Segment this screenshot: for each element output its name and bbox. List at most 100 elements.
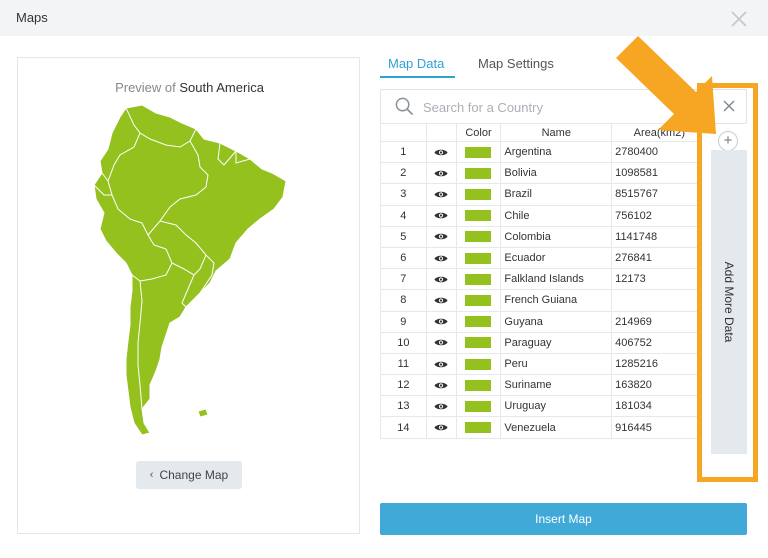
row-area[interactable]: 163820	[611, 374, 700, 397]
row-color-cell[interactable]	[455, 310, 502, 333]
tab-map-data[interactable]: Map Data	[380, 54, 455, 78]
row-area[interactable]: 12173	[611, 268, 700, 291]
continent-shape	[93, 104, 287, 436]
row-name[interactable]: Chile	[500, 204, 613, 227]
color-swatch[interactable]	[465, 167, 492, 179]
color-swatch[interactable]	[465, 422, 492, 434]
row-area[interactable]: 756102	[611, 204, 700, 227]
row-visibility-toggle[interactable]	[425, 331, 457, 354]
eye-icon	[434, 149, 448, 155]
row-visibility-toggle[interactable]	[425, 395, 457, 418]
table-row: 5 Colombia 1141748	[380, 225, 700, 248]
row-color-cell[interactable]	[455, 162, 502, 185]
color-swatch[interactable]	[465, 316, 492, 328]
row-name[interactable]: Ecuador	[500, 246, 613, 270]
table-row: 1 Argentina 2780400	[380, 140, 700, 164]
row-name[interactable]: Brazil	[500, 183, 613, 206]
row-visibility-toggle[interactable]	[425, 246, 457, 270]
row-area[interactable]: 181034	[611, 395, 700, 418]
color-swatch[interactable]	[465, 210, 492, 222]
table-row: 14 Venezuela 916445	[380, 416, 700, 439]
row-color-cell[interactable]	[455, 416, 502, 439]
south-america-map	[93, 104, 287, 436]
color-swatch[interactable]	[465, 358, 492, 370]
clear-search-icon[interactable]	[723, 100, 735, 112]
row-visibility-toggle[interactable]	[425, 162, 457, 185]
change-map-label: Change Map	[159, 468, 229, 482]
row-name[interactable]: Bolivia	[500, 162, 613, 185]
row-area[interactable]: 276841	[611, 246, 700, 270]
row-visibility-toggle[interactable]	[425, 352, 457, 376]
row-index: 12	[380, 374, 427, 397]
eye-icon	[434, 403, 448, 410]
search-input[interactable]	[423, 98, 703, 116]
row-visibility-toggle[interactable]	[425, 183, 457, 206]
row-name[interactable]: Argentina	[500, 140, 613, 164]
row-name[interactable]: Guyana	[500, 310, 613, 333]
table-header-row: Color Name Area(km2)	[380, 123, 700, 142]
row-index: 13	[380, 395, 427, 418]
row-visibility-toggle[interactable]	[425, 289, 457, 312]
row-color-cell[interactable]	[455, 183, 502, 206]
color-swatch[interactable]	[465, 146, 492, 158]
row-name[interactable]: French Guiana	[500, 289, 613, 312]
row-area[interactable]: 8515767	[611, 183, 700, 206]
row-index: 9	[380, 310, 427, 333]
row-visibility-toggle[interactable]	[425, 140, 457, 164]
row-area[interactable]: 1098581	[611, 162, 700, 185]
row-area[interactable]: 1141748	[611, 225, 700, 248]
color-swatch[interactable]	[465, 295, 492, 306]
row-color-cell[interactable]	[455, 289, 502, 312]
row-area[interactable]: 1285216	[611, 352, 700, 376]
row-name[interactable]: Colombia	[500, 225, 613, 248]
add-more-data-button[interactable]: Add More Data	[711, 150, 747, 454]
color-swatch[interactable]	[465, 231, 492, 243]
row-color-cell[interactable]	[455, 395, 502, 418]
add-row-button[interactable]: +	[718, 131, 738, 151]
row-visibility-toggle[interactable]	[425, 374, 457, 397]
row-visibility-toggle[interactable]	[425, 225, 457, 248]
row-visibility-toggle[interactable]	[425, 268, 457, 291]
color-swatch[interactable]	[465, 337, 492, 349]
row-color-cell[interactable]	[455, 140, 502, 164]
table-row: 4 Chile 756102	[380, 204, 700, 227]
row-area[interactable]: 2780400	[611, 140, 700, 164]
color-swatch[interactable]	[465, 379, 492, 391]
row-area[interactable]	[611, 289, 700, 312]
tab-map-settings[interactable]: Map Settings	[478, 54, 554, 71]
change-map-button[interactable]: ‹ Change Map	[136, 461, 242, 489]
dialog-header: Maps	[0, 0, 768, 36]
row-name[interactable]: Venezuela	[500, 416, 613, 439]
row-color-cell[interactable]	[455, 225, 502, 248]
preview-title: Preview of South America	[18, 80, 361, 95]
row-name[interactable]: Falkland Islands	[500, 268, 613, 291]
eye-icon	[434, 297, 448, 304]
header-name: Name	[500, 123, 613, 142]
row-color-cell[interactable]	[455, 331, 502, 354]
row-name[interactable]: Uruguay	[500, 395, 613, 418]
row-name[interactable]: Peru	[500, 352, 613, 376]
row-visibility-toggle[interactable]	[425, 416, 457, 439]
close-icon[interactable]	[730, 10, 748, 28]
row-color-cell[interactable]	[455, 246, 502, 270]
row-area[interactable]: 406752	[611, 331, 700, 354]
row-index: 8	[380, 289, 427, 312]
color-swatch[interactable]	[465, 252, 492, 264]
row-name[interactable]: Suriname	[500, 374, 613, 397]
color-swatch[interactable]	[465, 273, 492, 285]
row-visibility-toggle[interactable]	[425, 310, 457, 333]
chevron-left-icon: ‹	[149, 469, 154, 481]
color-swatch[interactable]	[465, 189, 492, 201]
row-visibility-toggle[interactable]	[425, 204, 457, 227]
row-name[interactable]: Paraguay	[500, 331, 613, 354]
row-area[interactable]: 916445	[611, 416, 700, 439]
row-area[interactable]: 214969	[611, 310, 700, 333]
row-color-cell[interactable]	[455, 374, 502, 397]
insert-map-button[interactable]: Insert Map	[380, 503, 747, 535]
row-index: 2	[380, 162, 427, 185]
row-color-cell[interactable]	[455, 352, 502, 376]
eye-icon	[434, 361, 448, 367]
row-color-cell[interactable]	[455, 268, 502, 291]
color-swatch[interactable]	[465, 400, 492, 412]
row-color-cell[interactable]	[455, 204, 502, 227]
